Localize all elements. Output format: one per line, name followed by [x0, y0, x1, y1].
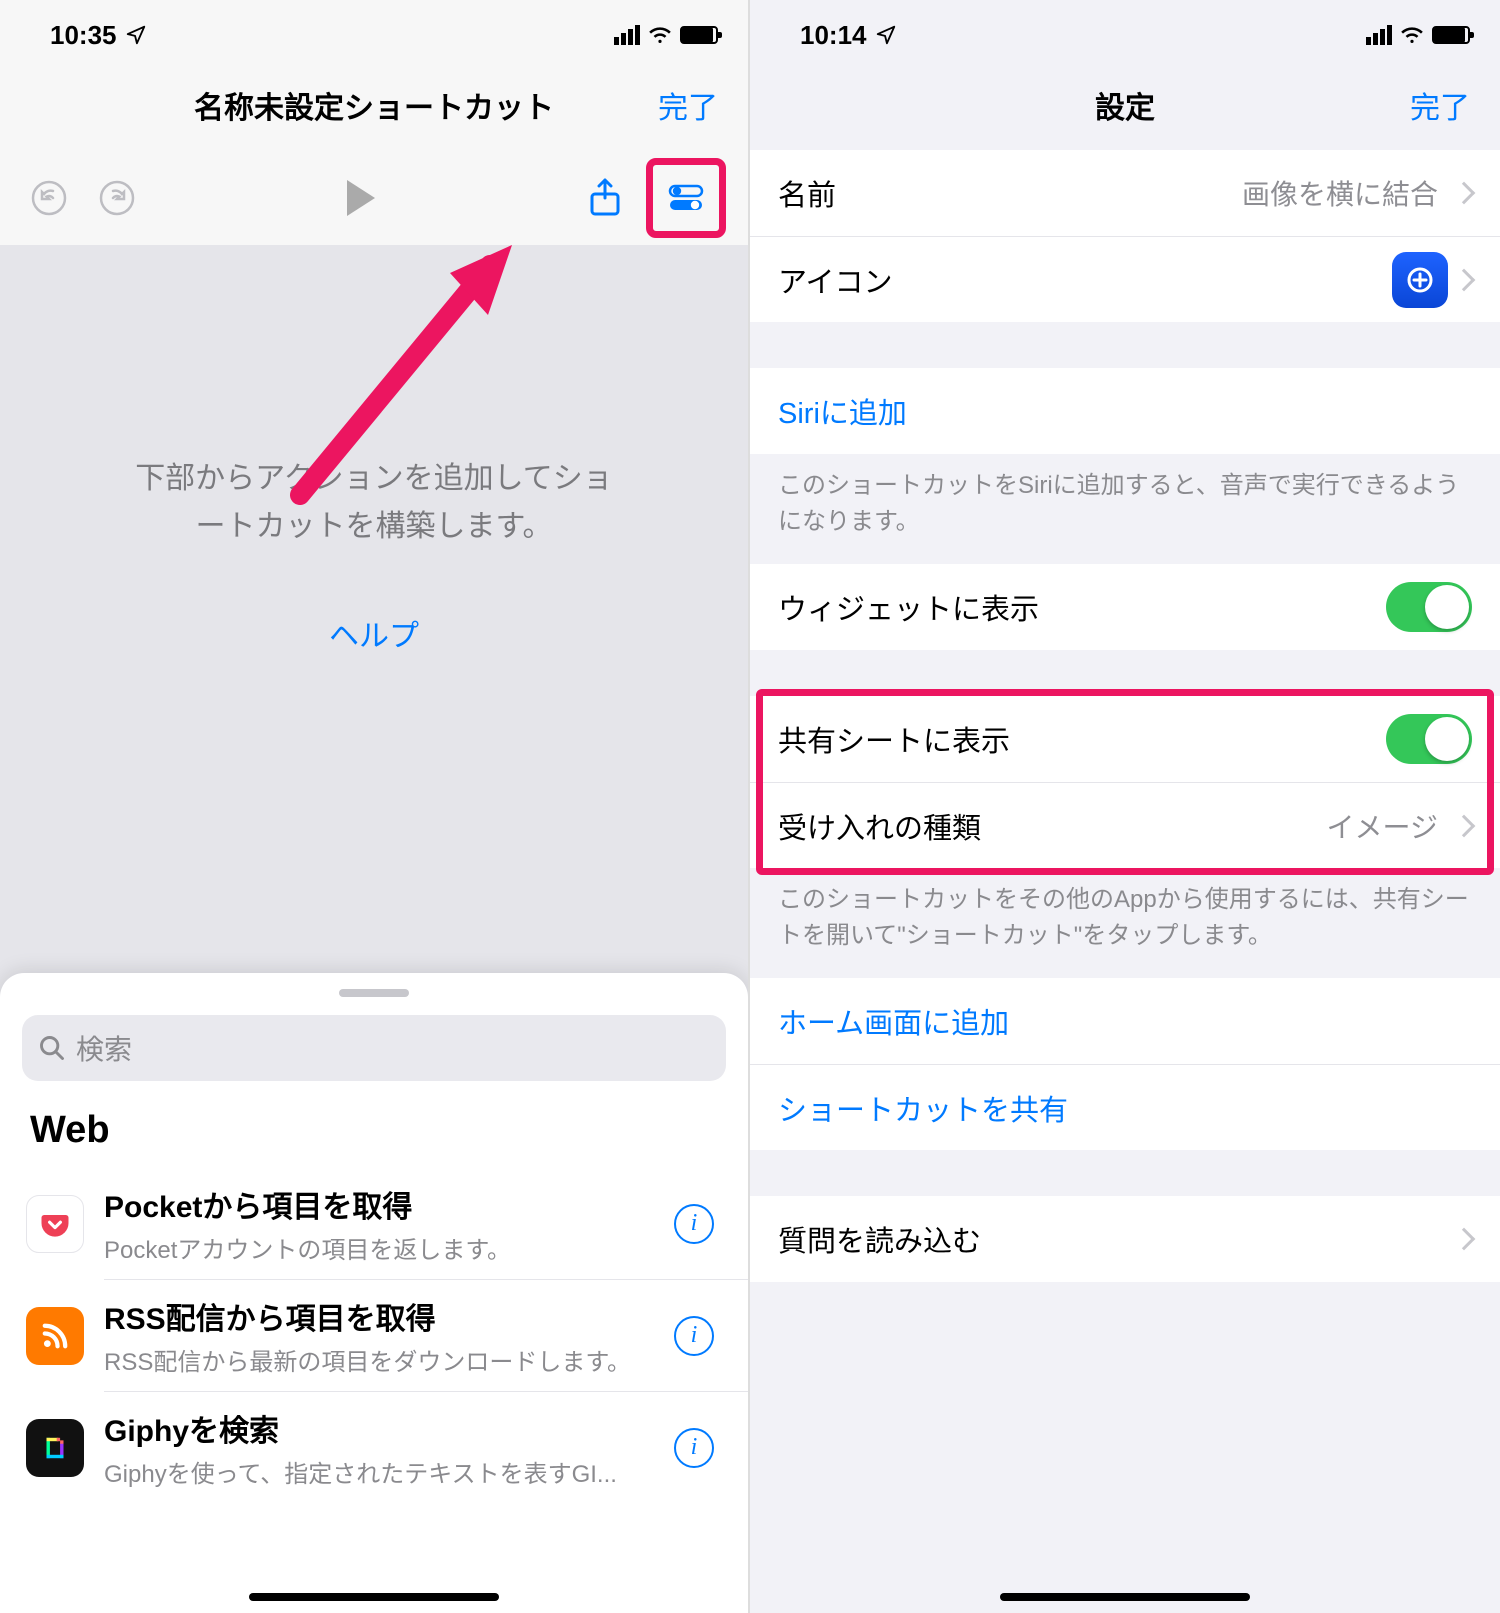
search-input[interactable]: 検索 [22, 1015, 726, 1081]
undo-button[interactable] [22, 171, 76, 225]
actions-sheet[interactable]: 検索 Web Pocketから項目を取得 Pocketアカウントの項目を返します… [0, 973, 748, 1613]
status-bar: 10:14 [750, 0, 1500, 60]
label: アイコン [778, 259, 1392, 301]
wifi-icon [648, 23, 672, 47]
row-siri[interactable]: Siriに追加 [750, 368, 1500, 454]
redo-button[interactable] [90, 171, 144, 225]
nav-bar: 名称未設定ショートカット 完了 [0, 60, 748, 150]
action-row-giphy[interactable]: Giphyを検索 Giphyを使って、指定されたテキストを表すGI... i [0, 1392, 748, 1503]
location-icon [875, 24, 897, 46]
sheet-grabber[interactable] [339, 989, 409, 997]
action-title: Pocketから項目を取得 [104, 1182, 654, 1226]
widget-toggle[interactable] [1386, 582, 1472, 632]
label: ホーム画面に追加 [778, 1000, 1472, 1042]
row-import-questions[interactable]: 質問を読み込む [750, 1196, 1500, 1282]
action-row-rss[interactable]: RSS配信から項目を取得 RSS配信から最新の項目をダウンロードします。 i [0, 1280, 748, 1391]
label: 名前 [778, 172, 1242, 214]
label: 受け入れの種類 [778, 805, 1327, 847]
action-sub: Pocketアカウントの項目を返します。 [104, 1230, 654, 1265]
home-indicator[interactable] [249, 1593, 499, 1601]
done-button[interactable]: 完了 [1410, 83, 1470, 127]
label: Siriに追加 [778, 390, 1472, 432]
status-right-icons [1366, 23, 1470, 47]
location-icon [125, 24, 147, 46]
label: ショートカットを共有 [778, 1087, 1472, 1129]
action-sub: RSS配信から最新の項目をダウンロードします。 [104, 1342, 654, 1377]
value: イメージ [1327, 806, 1438, 846]
search-icon [38, 1034, 66, 1062]
action-title: RSS配信から項目を取得 [104, 1294, 654, 1338]
nav-bar: 設定 完了 [750, 60, 1500, 150]
shortcut-settings-screen: 10:14 設定 完了 名前 画像を横に結合 アイコン [750, 0, 1500, 1613]
status-bar: 10:35 [0, 0, 748, 60]
section-header-web: Web [0, 1109, 748, 1168]
action-title: Giphyを検索 [104, 1406, 654, 1450]
help-link[interactable]: ヘルプ [0, 611, 748, 655]
giphy-icon [26, 1419, 84, 1477]
action-sub: Giphyを使って、指定されたテキストを表すGI... [104, 1454, 654, 1489]
empty-state-text: 下部からアクションを追加してショ ートカットを構築します。 [0, 245, 748, 551]
info-button[interactable]: i [674, 1428, 714, 1468]
shortcut-editor-screen: 10:35 名称未設定ショートカット 完了 [0, 0, 750, 1613]
label: ウィジェットに表示 [778, 586, 1386, 628]
done-button[interactable]: 完了 [658, 83, 718, 127]
row-accept-types[interactable]: 受け入れの種類 イメージ [750, 782, 1500, 868]
row-icon[interactable]: アイコン [750, 236, 1500, 322]
chevron-right-icon [1453, 182, 1476, 205]
row-share-sheet[interactable]: 共有シートに表示 [750, 696, 1500, 782]
row-add-to-home[interactable]: ホーム画面に追加 [750, 978, 1500, 1064]
status-right-icons [614, 23, 718, 47]
row-name[interactable]: 名前 画像を横に結合 [750, 150, 1500, 236]
chevron-right-icon [1453, 268, 1476, 291]
cellular-icon [1366, 25, 1392, 45]
nav-title: 設定 [1095, 83, 1155, 127]
info-button[interactable]: i [674, 1316, 714, 1356]
wifi-icon [1400, 23, 1424, 47]
share-sheet-toggle[interactable] [1386, 714, 1472, 764]
cellular-icon [614, 25, 640, 45]
settings-button-highlight [646, 158, 726, 238]
editor-canvas: 下部からアクションを追加してショ ートカットを構築します。 ヘルプ 検索 Web… [0, 245, 748, 1613]
siri-footer: このショートカットをSiriに追加すると、音声で実行できるようになります。 [750, 454, 1500, 564]
share-button[interactable] [578, 171, 632, 225]
label: 共有シートに表示 [778, 718, 1386, 760]
editor-toolbar [0, 150, 748, 245]
share-sheet-group: 共有シートに表示 受け入れの種類 イメージ [750, 696, 1500, 868]
status-time: 10:35 [50, 20, 147, 51]
time-text: 10:14 [800, 20, 867, 51]
value: 画像を横に結合 [1242, 173, 1438, 213]
chevron-right-icon [1453, 814, 1476, 837]
settings-button[interactable] [654, 166, 718, 230]
battery-icon [1432, 26, 1470, 44]
time-text: 10:35 [50, 20, 117, 51]
chevron-right-icon [1453, 1228, 1476, 1251]
row-widget[interactable]: ウィジェットに表示 [750, 564, 1500, 650]
battery-icon [680, 26, 718, 44]
rss-icon [26, 1307, 84, 1365]
shortcut-glyph-icon [1392, 252, 1448, 308]
nav-title: 名称未設定ショートカット [194, 83, 554, 127]
empty-line1: 下部からアクションを追加してショ [0, 455, 748, 503]
empty-line2: ートカットを構築します。 [0, 503, 748, 551]
pocket-icon [26, 1195, 84, 1253]
settings-list: 名前 画像を横に結合 アイコン Siriに追加 このショートカッ [750, 150, 1500, 1282]
search-placeholder: 検索 [76, 1028, 132, 1068]
status-time: 10:14 [800, 20, 897, 51]
action-row-pocket[interactable]: Pocketから項目を取得 Pocketアカウントの項目を返します。 i [0, 1168, 748, 1279]
label: 質問を読み込む [778, 1218, 1448, 1260]
info-button[interactable]: i [674, 1204, 714, 1244]
row-share-shortcut[interactable]: ショートカットを共有 [750, 1064, 1500, 1150]
play-button[interactable] [334, 171, 388, 225]
share-footer: このショートカットをその他のAppから使用するには、共有シートを開いて"ショート… [750, 868, 1500, 978]
home-indicator[interactable] [1000, 1593, 1250, 1601]
